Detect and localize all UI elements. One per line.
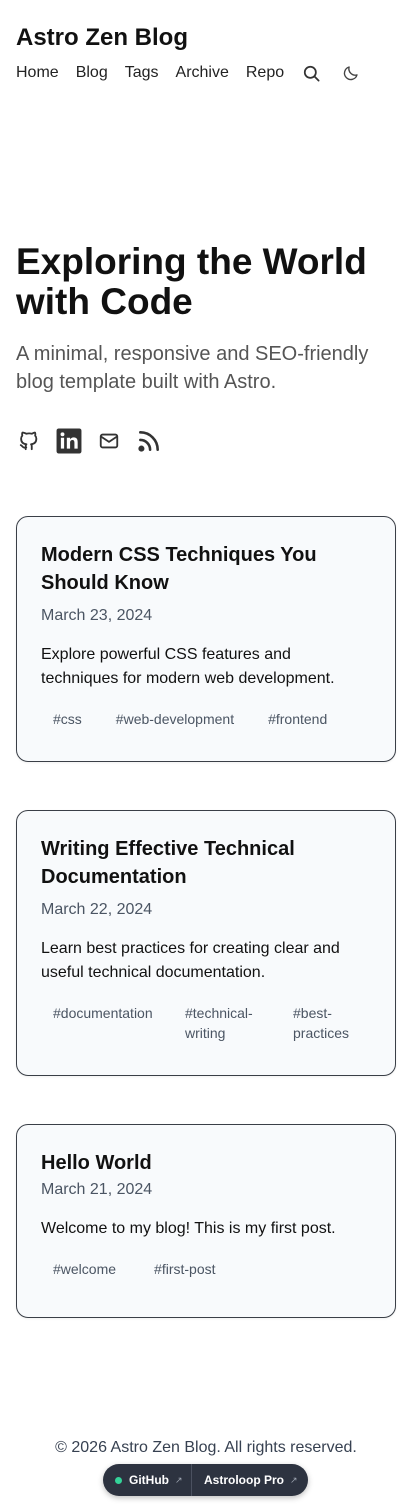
promo-bar: GitHub ↗ Astroloop Pro ↗ — [103, 1464, 308, 1496]
linkedin-icon[interactable] — [56, 428, 82, 454]
tag-link[interactable]: #documentation — [41, 999, 165, 1047]
github-promo-button[interactable]: GitHub ↗ — [103, 1464, 191, 1496]
github-promo-label: GitHub — [129, 1473, 169, 1487]
post-date: March 21, 2024 — [41, 1181, 153, 1198]
social-links — [16, 428, 176, 454]
post-description: Explore powerful CSS features and techni… — [41, 646, 335, 687]
rss-icon[interactable] — [136, 428, 162, 454]
hero-subtitle: A minimal, responsive and SEO-friendly b… — [16, 343, 369, 393]
tag-link[interactable]: #welcome — [41, 1255, 128, 1283]
tag-link[interactable]: #web-development — [104, 705, 246, 733]
nav-home[interactable]: Home — [16, 64, 59, 82]
tag-link[interactable]: #first-post — [142, 1255, 227, 1283]
github-icon[interactable] — [16, 428, 42, 454]
external-link-icon: ↗ — [175, 1474, 183, 1485]
post-date: March 22, 2024 — [41, 901, 153, 918]
post-tags: #documentation #technical-writing #best-… — [41, 999, 371, 1047]
nav-tags[interactable]: Tags — [125, 64, 159, 82]
post-card[interactable]: Modern CSS Techniques You Should Know Ma… — [16, 516, 396, 762]
tag-link[interactable]: #best-practices — [281, 999, 361, 1047]
hero-title: Exploring the World with Code — [16, 241, 367, 322]
search-icon[interactable] — [301, 63, 321, 83]
moon-icon[interactable] — [341, 63, 361, 83]
post-date: March 23, 2024 — [41, 607, 153, 624]
post-card[interactable]: Hello World March 21, 2024 Welcome to my… — [16, 1124, 396, 1318]
post-title[interactable]: Hello World — [41, 1149, 371, 1177]
external-link-icon: ↗ — [290, 1474, 298, 1485]
post-tags: #welcome #first-post — [41, 1255, 371, 1283]
footer-copyright: © 2026 Astro Zen Blog. All rights reserv… — [55, 1439, 357, 1456]
post-description: Welcome to my blog! This is my first pos… — [41, 1220, 336, 1237]
tag-link[interactable]: #css — [41, 705, 94, 733]
tag-link[interactable]: #frontend — [256, 705, 339, 733]
astroloop-pro-label: Astroloop Pro — [204, 1473, 284, 1487]
post-tags: #css #web-development #frontend — [41, 705, 371, 733]
mail-icon[interactable] — [96, 428, 122, 454]
main-nav: Home Blog Tags Archive Repo — [16, 62, 396, 84]
nav-archive[interactable]: Archive — [176, 64, 229, 82]
status-dot-icon — [115, 1476, 122, 1484]
site-title[interactable]: Astro Zen Blog — [16, 24, 188, 52]
tag-link[interactable]: #technical-writing — [173, 999, 273, 1047]
post-description: Learn best practices for creating clear … — [41, 940, 340, 981]
post-card[interactable]: Writing Effective Technical Documentatio… — [16, 810, 396, 1076]
post-title[interactable]: Modern CSS Techniques You Should Know — [41, 541, 371, 597]
nav-repo[interactable]: Repo — [246, 64, 284, 82]
post-title[interactable]: Writing Effective Technical Documentatio… — [41, 835, 371, 891]
astroloop-pro-button[interactable]: Astroloop Pro ↗ — [191, 1464, 298, 1496]
nav-blog[interactable]: Blog — [76, 64, 108, 82]
